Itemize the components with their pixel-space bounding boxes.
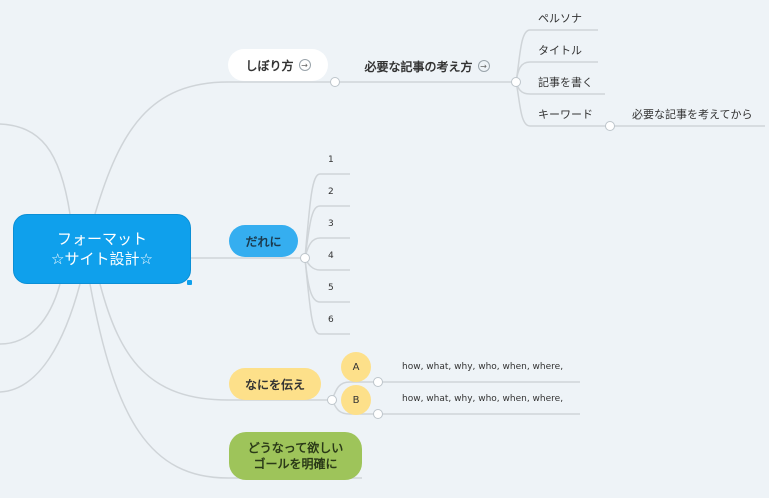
collapse-dot[interactable] [300, 253, 310, 263]
topic-nani[interactable]: なにを伝え [229, 368, 321, 400]
topic-goal-line1: どうなって欲しい [247, 441, 344, 455]
collapse-dot[interactable] [373, 409, 383, 419]
topic-item-4[interactable]: 4 [328, 251, 334, 261]
topic-keyword-child[interactable]: 必要な記事を考えてから [632, 106, 752, 122]
root-topic[interactable]: フォーマット ☆サイト設計☆ [13, 214, 192, 285]
topic-dareni[interactable]: だれに [229, 225, 298, 257]
topic-goal[interactable]: どうなって欲しい ゴールを明確に [229, 432, 362, 480]
topic-shibori[interactable]: しぼり方 → [228, 49, 328, 81]
topic-title[interactable]: タイトル [538, 42, 582, 58]
collapse-dot[interactable] [605, 121, 615, 131]
topic-hitsuyou[interactable]: 必要な記事の考え方 → [352, 55, 502, 77]
badge-a-label: A [352, 361, 360, 373]
topic-item-3[interactable]: 3 [328, 219, 334, 229]
topic-nani-label: なにを伝え [244, 377, 305, 392]
topic-write-article[interactable]: 記事を書く [538, 74, 593, 90]
topic-nani-b-text[interactable]: how, what, why, who, when, where, [402, 394, 563, 404]
topic-keyword[interactable]: キーワード [538, 106, 593, 122]
topic-item-1[interactable]: 1 [328, 155, 334, 165]
badge-b[interactable]: B [341, 385, 371, 415]
collapse-dot[interactable] [330, 77, 340, 87]
root-title-line1: フォーマット [56, 230, 147, 248]
collapse-dot[interactable] [327, 395, 337, 405]
resize-handle[interactable] [187, 280, 192, 285]
topic-item-2[interactable]: 2 [328, 187, 334, 197]
topic-shibori-label: しぼり方 [245, 58, 294, 73]
collapse-dot[interactable] [511, 77, 521, 87]
arrow-right-icon[interactable]: → [477, 60, 490, 72]
badge-b-label: B [352, 394, 360, 406]
topic-persona[interactable]: ペルソナ [538, 10, 582, 26]
topic-goal-line2: ゴールを明確に [253, 457, 338, 471]
topic-item-5[interactable]: 5 [328, 283, 334, 293]
topic-dareni-label: だれに [245, 234, 282, 249]
badge-a[interactable]: A [341, 352, 371, 382]
root-title-line2: ☆サイト設計☆ [51, 250, 153, 268]
topic-item-6[interactable]: 6 [328, 315, 334, 325]
collapse-dot[interactable] [373, 377, 383, 387]
topic-nani-a-text[interactable]: how, what, why, who, when, where, [402, 362, 563, 372]
topic-hitsuyou-label: 必要な記事の考え方 [364, 59, 473, 74]
arrow-right-icon[interactable]: → [298, 59, 311, 71]
